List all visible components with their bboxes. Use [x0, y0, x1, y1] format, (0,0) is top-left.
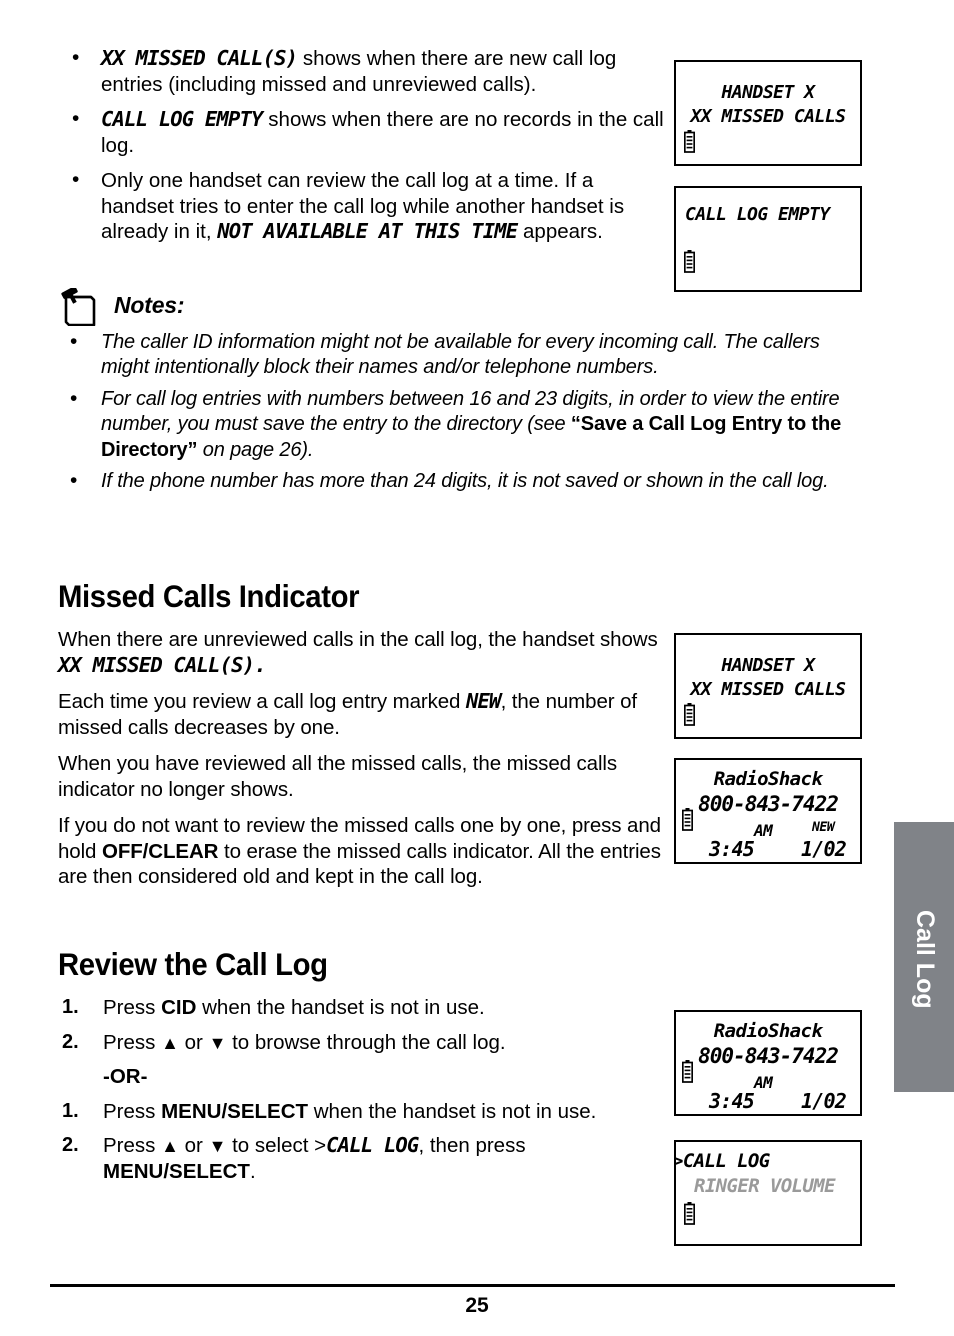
lcd-menu-unselected: RINGER VOLUME: [694, 1175, 836, 1197]
lcd-term: NEW: [465, 689, 501, 713]
lcd-time: 3:45: [709, 1089, 755, 1113]
battery-icon: [681, 808, 694, 832]
step-text: Press: [103, 996, 162, 1019]
footer-divider: [50, 1284, 895, 1287]
step-text: when the handset is not in use.: [308, 1099, 597, 1123]
step-number: 2.: [62, 1030, 79, 1053]
lcd-new-badge: NEW: [812, 820, 835, 835]
notes-title: Notes:: [114, 292, 185, 318]
step-text: or: [178, 1134, 209, 1157]
step-text: to browse through the call log.: [226, 1030, 506, 1054]
lcd-caller-name: RadioShack: [713, 1020, 823, 1042]
notes-list: The caller ID information might not be a…: [58, 329, 873, 494]
step-text: when the handset is not in use.: [196, 996, 485, 1019]
paragraph: When there are unreviewed calls in the c…: [58, 627, 668, 678]
manual-page: XX MISSED CALL(S) shows when there are n…: [0, 0, 954, 1336]
lcd-menu-selected: >CALL LOG: [674, 1150, 770, 1172]
bullet-item: XX MISSED CALL(S) shows when there are n…: [58, 45, 668, 97]
note-text: The caller ID information might not be a…: [101, 331, 820, 379]
top-bullet-list-block: XX MISSED CALL(S) shows when there are n…: [58, 45, 668, 255]
step-item: 2. Press ▲ or ▼ to browse through the ca…: [58, 1030, 668, 1056]
steps-list-a: 1. Press CID when the handset is not in …: [58, 995, 668, 1055]
lcd-ampm: AM: [754, 821, 773, 840]
step-number: 1.: [62, 1099, 79, 1122]
paragraph: If you do not want to review the missed …: [58, 813, 668, 890]
key-name: OFF/CLEAR: [101, 839, 219, 863]
key-name: MENU/SELECT: [161, 1099, 309, 1123]
paragraph: Each time you review a call log entry ma…: [58, 689, 668, 740]
lcd-screen-caller-id-new: RadioShack 800-843-7422 AM NEW 3:45 1/02: [674, 758, 862, 864]
step-text: Press: [103, 1099, 162, 1123]
page-number: 25: [465, 1294, 489, 1317]
lcd-caller-name: RadioShack: [713, 768, 823, 790]
lcd-time: 3:45: [709, 837, 755, 861]
note-item: The caller ID information might not be a…: [58, 329, 873, 381]
lcd-line-call-log-empty: CALL LOG EMPTY: [685, 204, 830, 225]
side-tab-call-log: Call Log: [894, 822, 954, 1092]
step-text: or: [178, 1030, 209, 1054]
lcd-line-handset: HANDSET X: [721, 655, 815, 676]
up-arrow-icon: ▲: [161, 1136, 179, 1156]
lcd-screen-handset-missed-mid: HANDSET X XX MISSED CALLS: [674, 633, 862, 739]
step-item: 1. Press MENU/SELECT when the handset is…: [58, 1099, 668, 1125]
section-heading-missed-calls: Missed Calls Indicator: [58, 578, 360, 614]
lcd-screen-caller-id-plain: RadioShack 800-843-7422 AM 3:45 1/02: [674, 1010, 862, 1116]
down-arrow-icon: ▼: [208, 1136, 227, 1156]
steps-list-b: 1. Press MENU/SELECT when the handset is…: [58, 1099, 668, 1185]
lcd-ampm: AM: [754, 1073, 773, 1092]
lcd-entry-index: 1/02: [801, 837, 847, 861]
note-item: For call log entries with numbers betwee…: [58, 386, 873, 463]
note-pushpin-icon: [60, 286, 106, 327]
battery-icon: [683, 1202, 696, 1226]
lcd-caller-number: 800-843-7422: [698, 792, 839, 816]
step-text: , then press: [418, 1134, 526, 1157]
lcd-term: XX MISSED CALL(S).: [58, 652, 267, 677]
bullet-item: Only one handset can review the call log…: [58, 167, 668, 245]
step-text: Press: [103, 1030, 162, 1054]
bullet-item: CALL LOG EMPTY shows when there are no r…: [58, 106, 668, 158]
battery-icon: [683, 130, 696, 154]
down-arrow-icon: ▼: [208, 1032, 227, 1053]
paragraph-text: When there are unreviewed calls in the c…: [58, 628, 658, 651]
lcd-term: CALL LOG: [326, 1133, 419, 1157]
note-item: If the phone number has more than 24 dig…: [58, 468, 873, 494]
step-text: Press: [103, 1134, 162, 1157]
lcd-line-handset: HANDSET X: [721, 82, 815, 103]
step-text: to select >: [226, 1134, 327, 1157]
lcd-term: CALL LOG EMPTY: [101, 107, 263, 131]
review-call-log-section: Review the Call Log 1. Press CID when th…: [58, 946, 668, 1193]
paragraph: When you have reviewed all the missed ca…: [58, 752, 618, 801]
lcd-line-missed-calls: XX MISSED CALLS: [690, 106, 846, 127]
battery-icon: [683, 250, 696, 274]
step-number: 1.: [62, 996, 79, 1018]
step-item: 2. Press ▲ or ▼ to select >CALL LOG, the…: [58, 1133, 668, 1184]
lcd-screen-menu-call-log: >CALL LOG RINGER VOLUME: [674, 1140, 862, 1246]
notes-header: Notes:: [58, 286, 873, 327]
bullet-text: appears.: [517, 220, 603, 243]
note-text: If the phone number has more than 24 dig…: [101, 470, 829, 493]
step-text: .: [249, 1159, 256, 1183]
key-name: MENU/SELECT: [103, 1159, 250, 1183]
lcd-entry-index: 1/02: [801, 1089, 847, 1113]
up-arrow-icon: ▲: [161, 1032, 179, 1053]
or-separator: -OR-: [103, 1065, 148, 1088]
key-name: CID: [161, 996, 197, 1019]
note-text: on page 26).: [197, 438, 314, 461]
side-tab-label: Call Log: [911, 910, 939, 1009]
notes-block: Notes: The caller ID information might n…: [58, 286, 873, 500]
lcd-caller-number: 800-843-7422: [698, 1044, 839, 1068]
lcd-screen-call-log-empty: CALL LOG EMPTY: [674, 186, 862, 292]
lcd-screen-handset-missed-top: HANDSET X XX MISSED CALLS: [674, 60, 862, 166]
top-bullet-list: XX MISSED CALL(S) shows when there are n…: [58, 45, 668, 245]
paragraph-text: Each time you review a call log entry ma…: [58, 690, 466, 713]
battery-icon: [683, 703, 696, 727]
missed-calls-section: Missed Calls Indicator When there are un…: [58, 578, 668, 901]
step-item: 1. Press CID when the handset is not in …: [58, 995, 668, 1021]
lcd-line-missed-calls: XX MISSED CALLS: [690, 679, 846, 700]
section-heading-review-call-log: Review the Call Log: [58, 946, 328, 982]
battery-icon: [681, 1060, 694, 1084]
lcd-term: NOT AVAILABLE AT THIS TIME: [217, 219, 518, 243]
lcd-term: XX MISSED CALL(S): [101, 46, 298, 70]
step-number: 2.: [62, 1134, 79, 1156]
